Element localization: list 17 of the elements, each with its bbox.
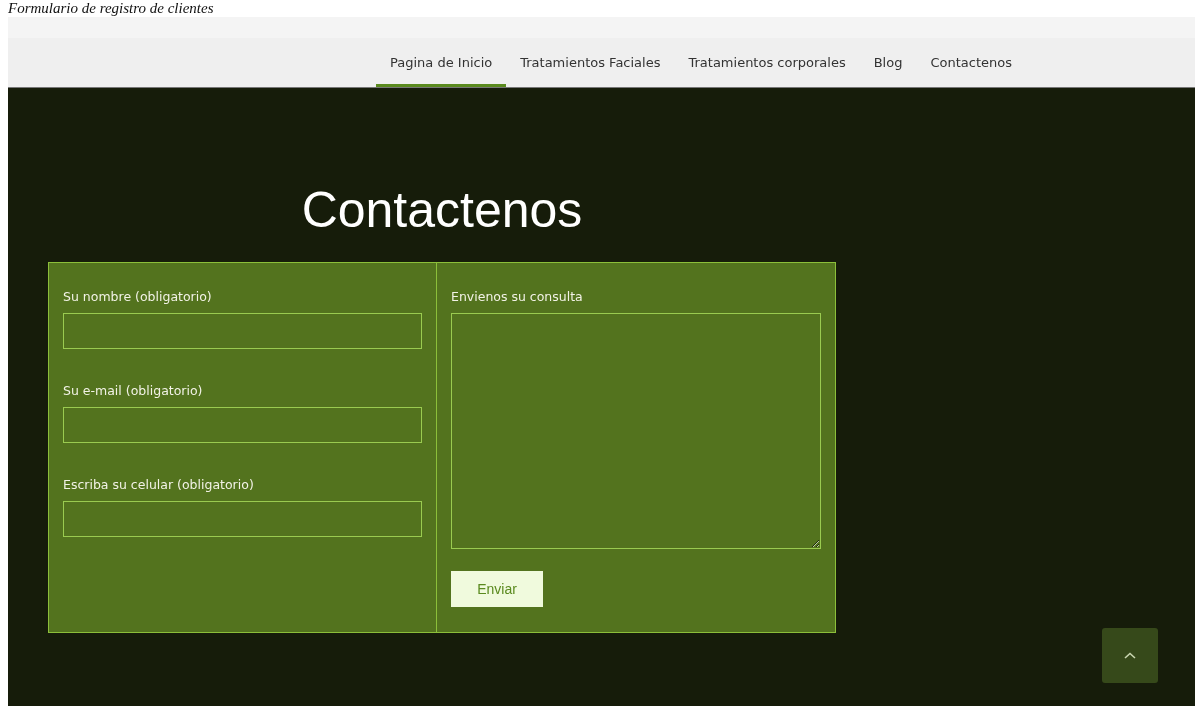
field-label: Escriba su celular (obligatorio) xyxy=(63,477,255,492)
field-label: Su e-mail (obligatorio) xyxy=(63,383,204,398)
field-label: Envienos su consulta xyxy=(451,289,584,304)
nav-link[interactable]: Blog xyxy=(859,38,917,87)
submit-button[interactable]: Enviar xyxy=(451,571,543,607)
chevron-up-icon xyxy=(1124,652,1136,659)
input-field[interactable] xyxy=(63,501,422,537)
nav-link[interactable]: Contactenos xyxy=(916,38,1026,87)
page-caption: Formulario de registro de clientes xyxy=(7,0,215,17)
nav-link[interactable]: Pagina de Inicio xyxy=(376,38,507,87)
nav-link[interactable]: Tratamientos Faciales xyxy=(506,38,675,87)
page-heading: Contactenos xyxy=(300,181,584,240)
input-field[interactable] xyxy=(63,407,422,443)
nav-link[interactable]: Tratamientos corporales xyxy=(674,38,860,87)
message-field[interactable] xyxy=(451,313,821,549)
field-label: Su nombre (obligatorio) xyxy=(63,289,213,304)
input-field[interactable] xyxy=(63,313,422,349)
